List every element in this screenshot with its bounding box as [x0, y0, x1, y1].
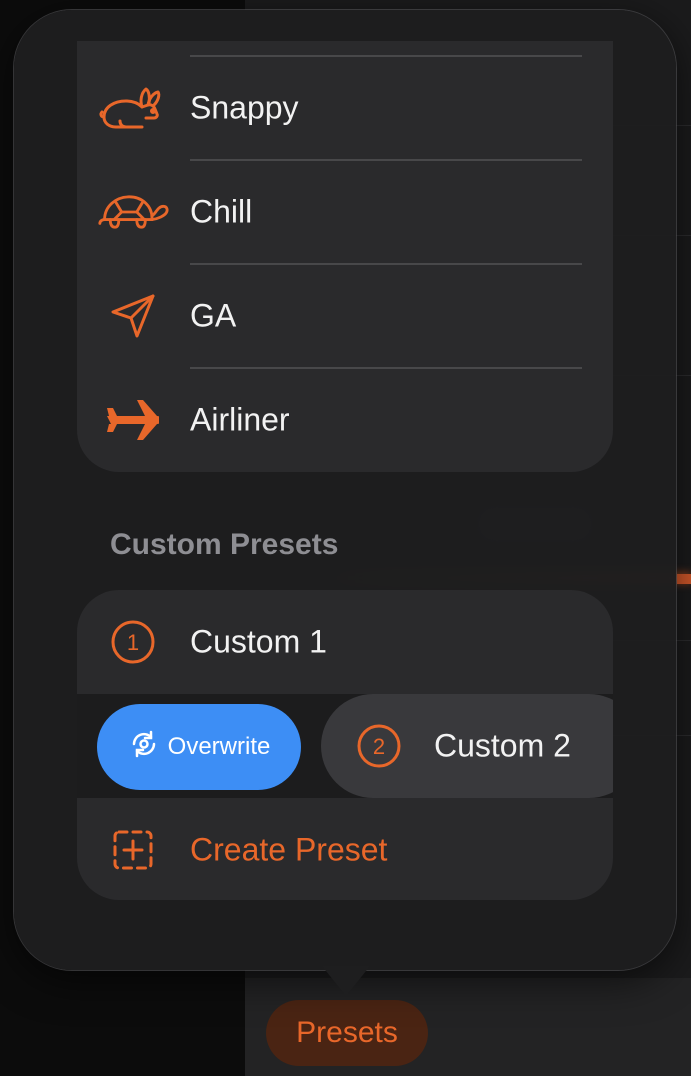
airplane-icon [97, 392, 169, 448]
background-marker [677, 574, 691, 584]
preset-item-chill[interactable]: Chill [77, 160, 613, 264]
svg-text:1: 1 [127, 630, 139, 655]
custom-preset-swipe-row: Overwrite 2 Custom 2 [77, 694, 613, 798]
custom-preset-label: Custom 2 [434, 727, 571, 764]
preset-label: Airliner [190, 401, 290, 438]
create-preset-label: Create Preset [190, 831, 388, 868]
custom-preset-item-2[interactable]: 2 Custom 2 [321, 694, 613, 798]
svg-text:2: 2 [373, 734, 385, 759]
preset-label: GA [190, 297, 237, 334]
create-preset-button[interactable]: Create Preset [77, 798, 613, 900]
custom-presets-group: 1 Custom 1 Overwrite 2 Custom 2 Create P… [77, 590, 613, 900]
preset-item-airliner[interactable]: Airliner [77, 368, 613, 472]
builtin-presets-group: Snappy Chill GA Airliner [77, 41, 613, 472]
preset-label: Chill [190, 193, 253, 230]
preset-item-ga[interactable]: GA [77, 264, 613, 368]
custom-preset-label: Custom 1 [190, 623, 327, 660]
presets-tab-button[interactable]: Presets [266, 1000, 428, 1066]
custom-presets-heading: Custom Presets [110, 528, 339, 561]
turtle-icon [97, 184, 169, 240]
overwrite-label: Overwrite [167, 733, 271, 760]
overwrite-icon [128, 728, 160, 767]
presets-tab-label: Presets [296, 1016, 398, 1049]
paper-plane-icon [97, 288, 169, 344]
number-1-circle-icon: 1 [97, 614, 169, 670]
number-2-circle-icon: 2 [351, 718, 407, 774]
rabbit-icon [97, 80, 169, 136]
presets-popover: Snappy Chill GA Airliner Custom Presets … [14, 10, 676, 970]
preset-item-snappy[interactable]: Snappy [77, 56, 613, 160]
plus-square-dashed-icon [97, 822, 169, 878]
popover-arrow [322, 966, 370, 996]
custom-preset-item-1[interactable]: 1 Custom 1 [77, 590, 613, 694]
overwrite-button[interactable]: Overwrite [97, 704, 301, 790]
preset-label: Snappy [190, 89, 299, 126]
